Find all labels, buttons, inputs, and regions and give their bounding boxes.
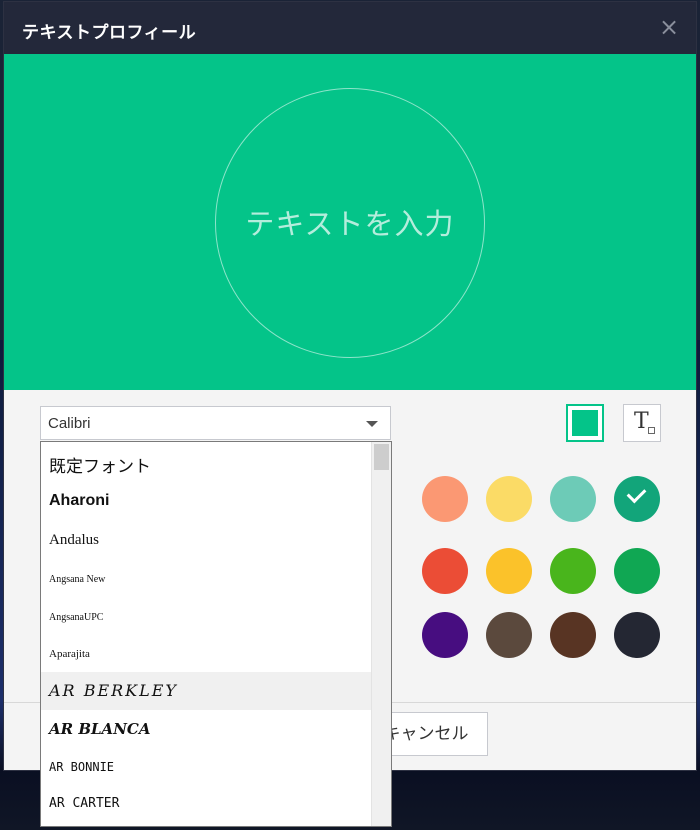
font-option-label: AngsanaUPC — [49, 612, 104, 623]
color-swatch[interactable] — [422, 548, 468, 594]
color-swatch[interactable] — [614, 476, 660, 522]
font-option-label: AR BONNIE — [49, 760, 115, 774]
font-option-label: Aharoni — [49, 492, 110, 509]
text-color-indicator — [648, 427, 655, 434]
font-option-label: AR CARTER — [49, 796, 120, 811]
title-bar: テキストプロフィール × — [4, 2, 696, 54]
color-swatch[interactable] — [422, 476, 468, 522]
font-option-angsanaupc[interactable]: AngsanaUPC — [41, 598, 372, 636]
close-icon[interactable]: × — [656, 14, 682, 40]
font-option-andalus[interactable]: Andalus — [41, 522, 372, 560]
font-option-label: AR BLANCA — [49, 720, 151, 738]
color-swatch[interactable] — [550, 548, 596, 594]
dialog-title: テキストプロフィール — [22, 23, 197, 43]
font-select-value: Calibri — [48, 415, 91, 432]
text-input-placeholder: テキストを入力 — [245, 207, 455, 241]
background-color-swatch — [572, 410, 598, 436]
font-select[interactable]: Calibri — [40, 406, 391, 440]
scrollbar-thumb[interactable] — [374, 444, 389, 470]
font-option-label: Aparajita — [49, 648, 90, 660]
color-swatch[interactable] — [422, 612, 468, 658]
chevron-down-icon — [366, 421, 378, 427]
font-option-ar-carter[interactable]: AR CARTER — [41, 786, 372, 826]
text-style-icon: T — [634, 409, 649, 434]
font-option-aharoni[interactable]: Aharoni — [41, 482, 372, 522]
font-option-ar-berkley[interactable]: AR BERKLEY — [41, 672, 372, 710]
font-option-label: Andalus — [49, 532, 99, 548]
color-swatch[interactable] — [550, 476, 596, 522]
checkmark-icon — [626, 483, 647, 504]
font-option-ar-bonnie[interactable]: AR BONNIE — [41, 748, 372, 786]
font-option-label: 既定フォント — [49, 457, 151, 477]
background-color-button[interactable] — [566, 404, 604, 442]
font-option-aparajita[interactable]: Aparajita — [41, 636, 372, 672]
font-option-default[interactable]: 既定フォント — [41, 444, 372, 482]
color-swatch[interactable] — [486, 476, 532, 522]
text-preview-area: テキストを入力 — [4, 54, 696, 390]
text-color-button[interactable]: T — [623, 404, 661, 442]
font-option-angsana-new[interactable]: Angsana New — [41, 560, 372, 598]
color-swatch[interactable] — [614, 548, 660, 594]
font-option-ar-blanca[interactable]: AR BLANCA — [41, 710, 372, 748]
color-swatch[interactable] — [550, 612, 596, 658]
font-list-scrollbar[interactable] — [371, 442, 391, 826]
font-dropdown-list: 既定フォント Aharoni Andalus Angsana New Angsa… — [40, 441, 392, 827]
text-input-circle[interactable]: テキストを入力 — [215, 88, 485, 358]
color-swatch[interactable] — [486, 612, 532, 658]
color-swatch[interactable] — [614, 612, 660, 658]
color-swatch[interactable] — [486, 548, 532, 594]
font-option-label: Angsana New — [49, 574, 106, 585]
font-option-label: AR BERKLEY — [49, 681, 178, 700]
